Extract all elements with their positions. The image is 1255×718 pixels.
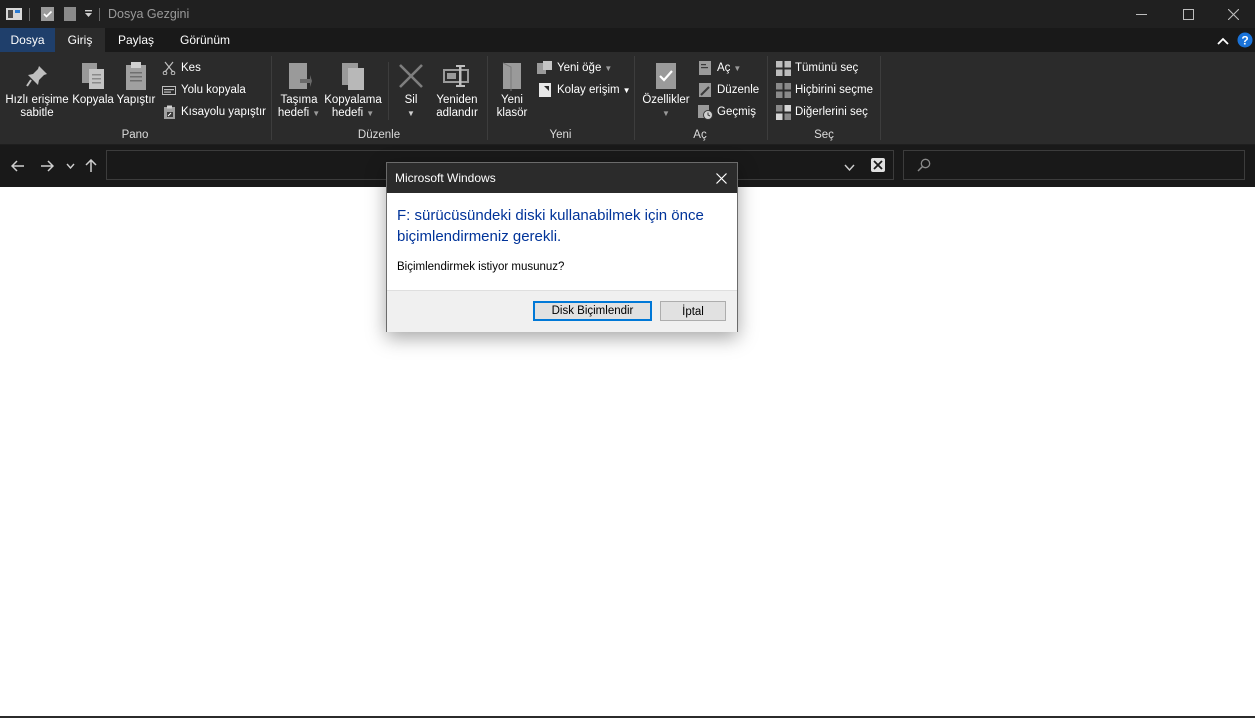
invert-selection-icon — [775, 104, 791, 120]
window-title: Dosya Gezgini — [108, 7, 190, 21]
format-disk-button[interactable]: Disk Biçimlendir — [533, 301, 652, 321]
properties-icon — [656, 63, 676, 89]
history-icon — [698, 105, 713, 120]
dialog-footer: Disk Biçimlendir İptal — [387, 290, 737, 332]
chevron-down-icon: ▼ — [407, 109, 415, 118]
tab-dosya[interactable]: Dosya — [0, 28, 55, 52]
up-arrow-icon — [85, 159, 97, 172]
chevron-down-icon: ▼ — [733, 63, 742, 73]
chevron-down-icon — [65, 163, 75, 169]
paste-shortcut-icon — [163, 105, 175, 119]
chevron-down-icon: ▼ — [312, 109, 321, 118]
address-dropdown-icon[interactable] — [844, 160, 855, 174]
back-button[interactable] — [8, 156, 28, 176]
copy-button[interactable]: Kopyala — [71, 58, 115, 107]
paste-shortcut-button[interactable]: Kısayolu yapıştır — [161, 103, 266, 121]
chevron-down-icon: ▼ — [622, 85, 631, 95]
pin-icon — [26, 66, 47, 87]
easy-access-icon — [539, 83, 551, 97]
edit-button[interactable]: Düzenle — [697, 81, 759, 99]
recent-locations-button[interactable] — [62, 156, 78, 176]
dialog-question: Biçimlendirmek istiyor musunuz? — [397, 261, 565, 273]
edit-icon — [699, 83, 711, 97]
close-window-button[interactable] — [1210, 0, 1255, 28]
copy-path-button[interactable]: Yolu kopyala — [161, 81, 246, 99]
group-label-duzenle: Düzenle — [357, 129, 401, 141]
select-all-icon — [775, 60, 791, 76]
new-folder-icon — [502, 62, 521, 91]
chevron-down-icon: ▼ — [604, 63, 613, 73]
forward-button[interactable] — [37, 156, 57, 176]
chevron-down-icon: ▼ — [662, 109, 670, 118]
tab-paylas[interactable]: Paylaş — [108, 28, 164, 52]
svg-text:?: ? — [1241, 34, 1248, 48]
easy-access-button[interactable]: Kolay erişim ▼ — [537, 81, 631, 99]
ribbon: Hızlı erişime sabitle Kopyala Yapıştır K… — [0, 52, 1255, 145]
delete-button[interactable]: Sil ▼ — [394, 58, 428, 120]
dialog-title: Microsoft Windows — [395, 171, 496, 185]
up-button[interactable] — [81, 156, 101, 176]
clipboard-icon — [126, 62, 146, 90]
title-bar: Dosya Gezgini — [0, 0, 1255, 28]
copy-path-icon — [162, 86, 176, 95]
dialog-title-bar: Microsoft Windows — [387, 163, 737, 193]
group-label-yeni: Yeni — [549, 129, 572, 141]
select-none-icon — [775, 82, 791, 98]
collapse-ribbon-icon[interactable] — [1217, 35, 1229, 49]
rename-icon — [443, 65, 469, 87]
search-icon — [917, 158, 931, 175]
history-button[interactable]: Geçmiş — [697, 103, 756, 121]
dialog-close-button[interactable] — [705, 163, 737, 193]
copy-to-icon — [342, 63, 364, 90]
cancel-button[interactable]: İptal — [660, 301, 726, 321]
copy-to-button[interactable]: Kopyalama hedefi ▼ — [322, 58, 384, 120]
select-none-button[interactable]: Hiçbirini seçme — [775, 81, 873, 99]
group-label-sec: Seç — [814, 129, 834, 141]
tab-giris[interactable]: Giriş — [55, 28, 105, 52]
search-box[interactable] — [903, 150, 1245, 180]
back-arrow-icon — [11, 160, 24, 172]
new-item-button[interactable]: Yeni öğe ▼ — [537, 59, 612, 77]
move-to-button[interactable]: Taşıma hedefi ▼ — [276, 58, 322, 120]
delete-x-icon — [399, 64, 423, 88]
rename-button[interactable]: Yeniden adlandır — [432, 58, 482, 120]
dialog-main-instruction: F: sürücüsündeki diski kullanabilmek içi… — [397, 207, 704, 245]
copy-icon — [82, 63, 104, 89]
open-icon — [699, 61, 711, 75]
new-folder-button[interactable]: Yeni klasör — [492, 58, 532, 120]
tab-gorunum[interactable]: Görünüm — [164, 28, 246, 52]
help-icon[interactable]: ? — [1237, 32, 1253, 51]
group-label-ac: Aç — [693, 129, 707, 141]
pin-quick-access-button[interactable]: Hızlı erişime sabitle — [4, 58, 70, 120]
new-item-icon — [537, 61, 552, 74]
chevron-down-icon: ▼ — [366, 109, 375, 118]
open-button[interactable]: Aç ▼ — [697, 59, 741, 77]
scissors-icon — [162, 61, 176, 75]
explorer-app-icon[interactable] — [6, 7, 22, 24]
customize-toolbar-icon[interactable] — [84, 8, 93, 23]
move-to-icon — [289, 63, 312, 89]
close-icon — [715, 172, 727, 184]
invert-selection-button[interactable]: Diğerlerini seç — [775, 103, 868, 121]
group-label-pano: Pano — [121, 129, 149, 141]
select-all-button[interactable]: Tümünü seç — [775, 59, 858, 77]
clear-address-icon[interactable] — [871, 158, 885, 175]
properties-quick-icon[interactable] — [40, 6, 55, 25]
maximize-button[interactable] — [1165, 0, 1211, 28]
ribbon-tabs: Dosya Giriş Paylaş Görünüm ? — [0, 28, 1255, 52]
format-disk-dialog: Microsoft Windows F: sürücüsündeki diski… — [386, 162, 738, 332]
cut-button[interactable]: Kes — [161, 59, 201, 77]
new-folder-quick-icon[interactable] — [63, 6, 77, 25]
minimize-button[interactable] — [1118, 0, 1164, 28]
paste-button[interactable]: Yapıştır — [115, 58, 157, 107]
properties-button[interactable]: Özellikler ▼ — [639, 58, 693, 120]
forward-arrow-icon — [41, 160, 54, 172]
